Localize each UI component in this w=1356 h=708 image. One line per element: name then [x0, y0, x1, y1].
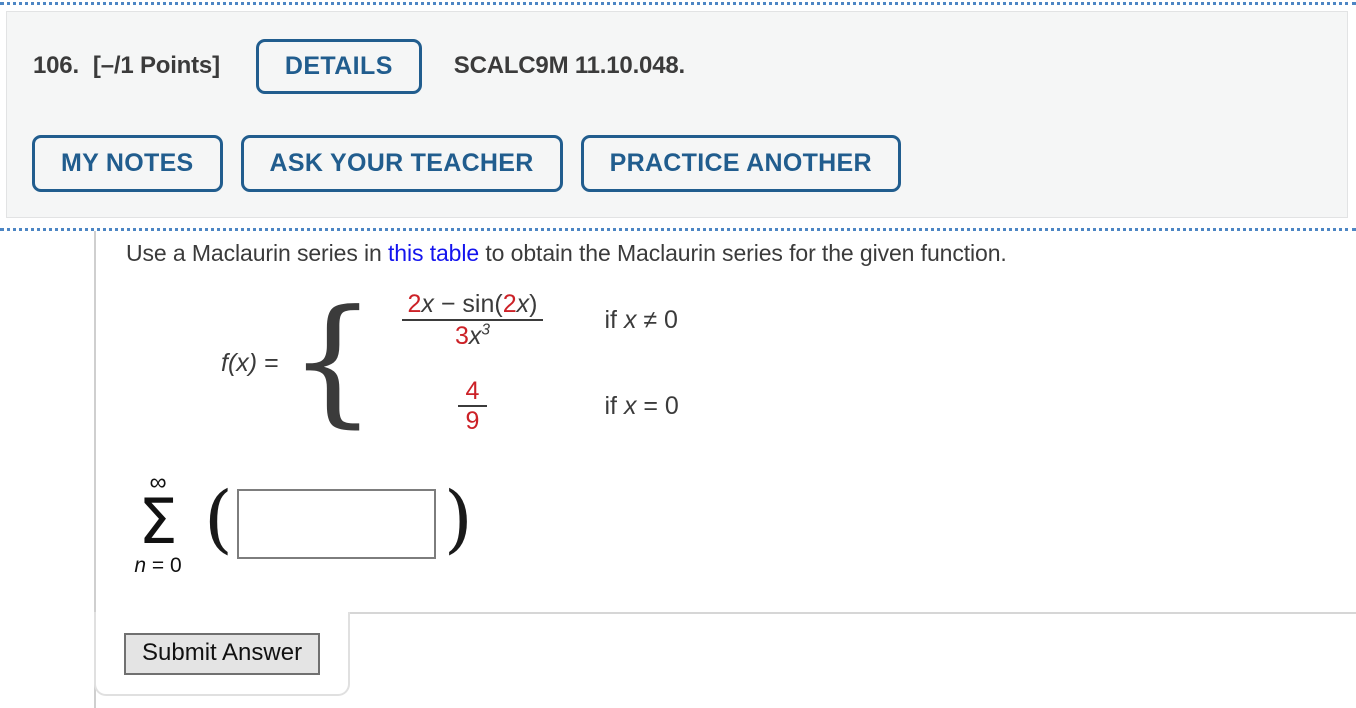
numerator-inner-variable: x: [516, 290, 530, 318]
summation-operator: ∞ Σ n = 0: [112, 471, 204, 577]
answer-input[interactable]: [236, 488, 436, 559]
numerator-variable: x: [421, 290, 434, 318]
numerator-inner-coefficient: 2: [502, 290, 517, 318]
submit-answer-button[interactable]: Submit Answer: [124, 633, 321, 675]
summation-answer-row: ∞ Σ n = 0 ( ): [112, 471, 473, 577]
details-button[interactable]: DETAILS: [255, 38, 422, 94]
case-2-condition: if x = 0: [604, 392, 678, 421]
answer-paren-open: (: [204, 475, 233, 562]
top-dotted-divider: [0, 2, 1356, 5]
instruction-text: Use a Maclaurin series in this table to …: [126, 240, 1007, 267]
case-1-numerator: 2x − sin(2x): [402, 289, 544, 319]
piecewise-cases: 2x − sin(2x) 3x3 if x ≠ 0 4 9 if x = 0: [382, 283, 679, 443]
piecewise-formula: f(x) = { 2x − sin(2x) 3x3 if x ≠ 0 4 9 i…: [221, 283, 679, 443]
summation-equals: =: [146, 554, 170, 577]
summation-lower-limit: n = 0: [134, 555, 181, 576]
question-header-top-row: 106. [–/1 Points] DETAILS SCALC9M 11.10.…: [33, 33, 685, 99]
case-2-condition-suffix: = 0: [636, 391, 679, 420]
case-1-denominator: 3x3: [449, 321, 496, 351]
function-label: f(x) =: [221, 349, 279, 378]
question-points: [–/1 Points]: [92, 52, 220, 79]
function-name: f(x): [221, 348, 258, 377]
case-2-fraction: 4 9: [457, 377, 488, 435]
numerator-sin-close: ): [529, 290, 538, 318]
ask-your-teacher-button[interactable]: ASK YOUR TEACHER: [240, 135, 563, 192]
summation-start-value: 0: [169, 554, 182, 577]
instruction-prefix: Use a Maclaurin series in: [126, 240, 389, 266]
denominator-coefficient: 3: [454, 322, 469, 350]
case-1-condition-suffix: ≠ 0: [636, 305, 678, 334]
case-1-condition: if x ≠ 0: [604, 306, 677, 335]
equals-sign: =: [264, 348, 279, 377]
case-1-condition-prefix: if: [604, 305, 624, 334]
answer-paren-close: ): [443, 475, 473, 562]
instruction-suffix: to obtain the Maclaurin series for the g…: [479, 240, 1007, 266]
question-number: 106.: [33, 52, 79, 79]
piecewise-brace: {: [288, 280, 377, 442]
case-2-expression: 4 9: [382, 377, 562, 435]
question-header-panel: 106. [–/1 Points] DETAILS SCALC9M 11.10.…: [6, 11, 1348, 218]
case-2-condition-variable: x: [623, 391, 637, 420]
my-notes-button[interactable]: MY NOTES: [32, 135, 223, 192]
numerator-operator: −: [440, 290, 456, 318]
denominator-exponent: 3: [481, 321, 490, 339]
practice-another-button[interactable]: PRACTICE ANOTHER: [580, 135, 901, 192]
question-header-actions-row: MY NOTES ASK YOUR TEACHER PRACTICE ANOTH…: [32, 135, 901, 192]
case-1-condition-variable: x: [623, 305, 637, 334]
footer-divider: [350, 612, 1356, 614]
sigma-icon: Σ: [138, 485, 178, 558]
summation-index: n: [134, 554, 147, 577]
submit-container: Submit Answer: [94, 612, 350, 696]
question-reference: SCALC9M 11.10.048.: [453, 52, 685, 79]
case-1-expression: 2x − sin(2x) 3x3: [382, 289, 562, 351]
numerator-coefficient: 2: [407, 290, 422, 318]
numerator-sin-open: sin(: [462, 290, 503, 318]
piecewise-case-1: 2x − sin(2x) 3x3 if x ≠ 0: [382, 283, 678, 357]
case-2-numerator: 4: [465, 377, 480, 405]
case-1-fraction: 2x − sin(2x) 3x3: [401, 289, 544, 351]
piecewise-case-2: 4 9 if x = 0: [382, 369, 679, 443]
case-2-condition-prefix: if: [604, 391, 624, 420]
this-table-link[interactable]: this table: [388, 240, 479, 266]
denominator-variable: x: [468, 322, 482, 350]
case-2-denominator: 9: [465, 407, 480, 435]
